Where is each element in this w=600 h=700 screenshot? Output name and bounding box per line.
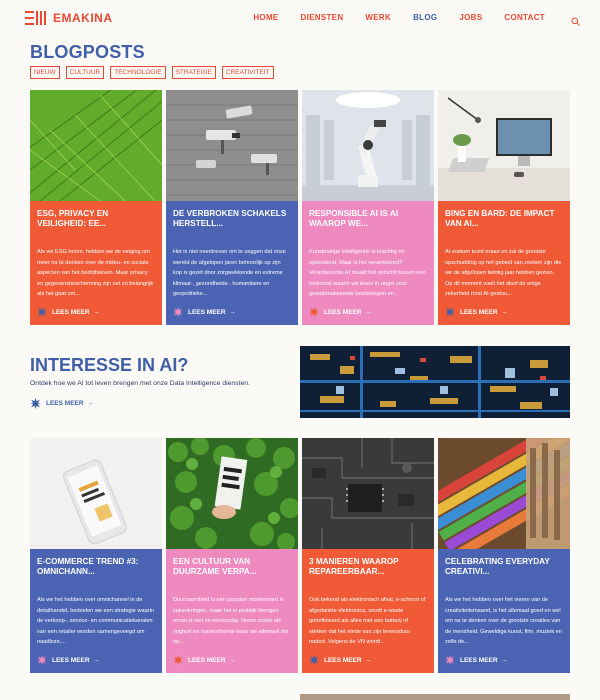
starburst-icon — [309, 655, 319, 665]
read-more-link[interactable]: LEES MEER → — [309, 655, 372, 665]
card-title[interactable]: RESPONSIBLE AI IS AI WAAROP WE... — [309, 209, 427, 239]
card-title[interactable]: BING EN BARD: DE IMPACT VAN AI... — [445, 209, 563, 239]
card-excerpt: Als we het hebben over omnichannel in de… — [37, 597, 154, 645]
main-nav: HOME DIENSTEN WERK BLOG JOBS CONTACT — [231, 13, 580, 26]
card-excerpt: Het is niet overdreven om te zeggen dat … — [173, 249, 286, 297]
tag-cultuur[interactable]: CULTUUR — [65, 66, 105, 79]
card-excerpt: Als we het hebben over het vieren van de… — [445, 597, 562, 645]
next-image-edge — [300, 694, 570, 700]
green-leaf-image — [30, 90, 162, 202]
blog-card[interactable]: 3 MANIEREN WAAROP REPAREERBAAR... Ook be… — [302, 438, 434, 673]
starburst-icon — [30, 398, 41, 409]
card-excerpt: Kunstmatige Intelligentie is krachtig en… — [309, 249, 426, 297]
card-excerpt: Ook bekend als elektronisch afval, e-sch… — [309, 597, 426, 645]
search-icon[interactable] — [571, 13, 580, 26]
card-title[interactable]: ESG, PRIVACY EN VEILIGHEID: EE... — [37, 209, 155, 239]
read-more-link[interactable]: LEES MEER → — [173, 307, 236, 317]
carton-greens-image — [166, 438, 298, 551]
read-more-link[interactable]: LEES MEER → — [173, 655, 236, 665]
starburst-icon — [309, 307, 319, 317]
card-title[interactable]: E-COMMERCE TREND #3: OMNICHANN... — [37, 557, 155, 587]
read-more-link[interactable]: LEES MEER → — [445, 307, 508, 317]
site-header: EMAKINA HOME DIENSTEN WERK BLOG JOBS CON… — [0, 0, 600, 38]
blog-card[interactable]: E-COMMERCE TREND #3: OMNICHANN... Als we… — [30, 438, 162, 673]
circuit-chip-image — [302, 438, 434, 549]
card-title[interactable]: 3 MANIEREN WAAROP REPAREERBAAR... — [309, 557, 427, 587]
desk-laptop-image — [438, 90, 570, 201]
nav-diensten[interactable]: DIENSTEN — [301, 13, 344, 22]
card-excerpt: Als we ESG horen, hebben we de neiging o… — [37, 249, 154, 297]
blog-card[interactable]: CELEBRATING EVERYDAY CREATIVI... Als we … — [438, 438, 570, 673]
blog-card[interactable]: BING EN BARD: DE IMPACT VAN AI... AI-zoe… — [438, 90, 570, 325]
card-excerpt: AI-zoeken komt eraan en zal de grootste … — [445, 249, 562, 297]
ai-read-more-link[interactable]: LEES MEER → — [30, 398, 94, 409]
starburst-icon — [445, 307, 455, 317]
read-more-link[interactable]: LEES MEER → — [445, 655, 508, 665]
tag-nieuw[interactable]: NIEUW — [30, 66, 60, 79]
starburst-icon — [173, 655, 183, 665]
starburst-icon — [37, 307, 47, 317]
card-title[interactable]: CELEBRATING EVERYDAY CREATIVI... — [445, 557, 563, 587]
logo-text: EMAKINA — [53, 11, 113, 25]
tag-strategie[interactable]: STRATEGIE — [171, 66, 216, 79]
starburst-icon — [173, 307, 183, 317]
card-title[interactable]: DE VERBROKEN SCHAKELS HERSTELL... — [173, 209, 291, 239]
starburst-icon — [37, 655, 47, 665]
read-more-link[interactable]: LEES MEER → — [37, 307, 100, 317]
tag-technologie[interactable]: TECHNOLOGIE — [110, 66, 166, 79]
ai-section-subtitle: Ontdek hoe we AI tot leven brengen met o… — [30, 380, 250, 387]
read-more-link[interactable]: LEES MEER → — [309, 307, 372, 317]
ai-section-title: INTERESSE IN AI? — [30, 355, 189, 375]
logo[interactable]: EMAKINA — [25, 11, 113, 25]
logo-icon — [25, 11, 47, 25]
nav-contact[interactable]: CONTACT — [504, 13, 545, 22]
nav-home[interactable]: HOME — [253, 13, 278, 22]
robot-arm-image — [302, 90, 434, 201]
blog-card[interactable]: RESPONSIBLE AI IS AI WAAROP WE... Kunstm… — [302, 90, 434, 325]
read-more-link[interactable]: LEES MEER → — [37, 655, 100, 665]
card-excerpt: Duurzaamheid is een populair modewoord i… — [173, 597, 289, 645]
blog-card[interactable]: ESG, PRIVACY EN VEILIGHEID: EE... Als we… — [30, 90, 162, 325]
nav-jobs[interactable]: JOBS — [459, 13, 482, 22]
nav-blog[interactable]: BLOG — [413, 13, 437, 22]
security-camera-image — [166, 90, 298, 201]
blog-card[interactable]: EEN CULTUUR VAN DUURZAME VERPA... Duurza… — [166, 438, 298, 673]
circuit-board-image — [300, 346, 570, 418]
card-title[interactable]: EEN CULTUUR VAN DUURZAME VERPA... — [173, 557, 291, 587]
page-title: BLOGPOSTS — [30, 42, 145, 62]
starburst-icon — [445, 655, 455, 665]
phone-mockup-image — [30, 438, 162, 549]
nav-werk[interactable]: WERK — [365, 13, 391, 22]
category-tags: NIEUW CULTUUR TECHNOLOGIE STRATEGIE CREA… — [30, 66, 280, 79]
paint-brushes-image — [438, 438, 570, 562]
tag-creativiteit[interactable]: CREATIVITEIT — [221, 66, 274, 79]
blog-card[interactable]: DE VERBROKEN SCHAKELS HERSTELL... Het is… — [166, 90, 298, 325]
